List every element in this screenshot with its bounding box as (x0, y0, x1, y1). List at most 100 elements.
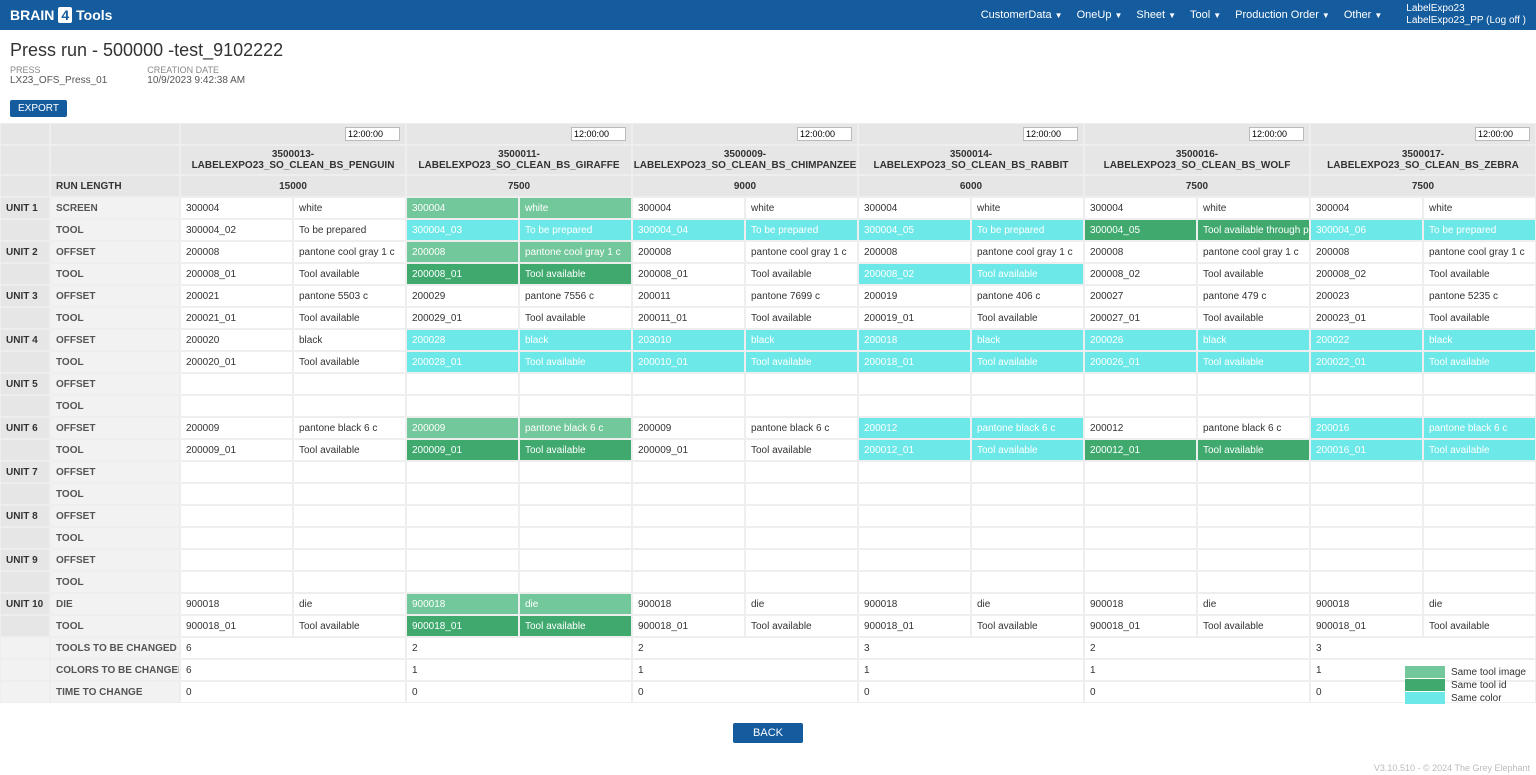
cell-tool-id: 200008_01 (632, 263, 745, 285)
row-type-label: OFFSET (50, 373, 180, 395)
cell-value (1423, 461, 1536, 483)
time-input[interactable] (1023, 127, 1078, 141)
cell-id (406, 549, 519, 571)
nav-oneup[interactable]: OneUp▼ (1077, 9, 1123, 21)
cell-tool-status: Tool available through previously job (1197, 219, 1310, 241)
cell-tool-status: Tool available (293, 615, 406, 637)
cell-id: 300004 (858, 197, 971, 219)
cell-tool-status (1197, 571, 1310, 593)
nav-tool[interactable]: Tool▼ (1190, 9, 1221, 21)
cell-value (745, 461, 858, 483)
caret-down-icon: ▼ (1322, 11, 1330, 20)
cell-tool-status: Tool available (293, 439, 406, 461)
back-button[interactable]: BACK (733, 723, 803, 743)
blank (0, 145, 50, 175)
summary-value: 0 (632, 681, 858, 703)
row-tool-label: TOOL (50, 615, 180, 637)
cell-id (1084, 505, 1197, 527)
nav-customerdata[interactable]: CustomerData▼ (981, 9, 1063, 21)
cell-tool-id: 200011_01 (632, 307, 745, 329)
cell-value (971, 373, 1084, 395)
cell-tool-id: 200012_01 (858, 439, 971, 461)
cell-tool-id: 200010_01 (632, 351, 745, 373)
cell-id (632, 505, 745, 527)
unit-label: UNIT 2 (0, 241, 50, 263)
cell-value: die (745, 593, 858, 615)
cell-tool-id (180, 395, 293, 417)
summary-value: 3 (1310, 637, 1536, 659)
cell-tool-status: Tool available (745, 263, 858, 285)
time-input[interactable] (345, 127, 400, 141)
cell-tool-id (1310, 483, 1423, 505)
cell-value (1423, 505, 1536, 527)
cell-value (971, 505, 1084, 527)
cell-tool-id (1310, 395, 1423, 417)
cell-tool-status: Tool available (971, 439, 1084, 461)
cell-value: pantone cool gray 1 c (1423, 241, 1536, 263)
cell-tool-status (1197, 483, 1310, 505)
cell-id (858, 549, 971, 571)
nav-other[interactable]: Other▼ (1344, 9, 1382, 21)
time-input[interactable] (1249, 127, 1304, 141)
cell-tool-id: 200028_01 (406, 351, 519, 373)
cell-tool-status: Tool available (293, 263, 406, 285)
cell-value (971, 549, 1084, 571)
cell-tool-status (519, 483, 632, 505)
summary-value: 0 (180, 681, 406, 703)
cell-tool-id: 200027_01 (1084, 307, 1197, 329)
cell-value: pantone cool gray 1 c (745, 241, 858, 263)
cell-value: pantone black 6 c (1423, 417, 1536, 439)
cell-tool-id (858, 483, 971, 505)
user-info[interactable]: LabelExpo23LabelExpo23_PP (Log off ) (1406, 3, 1526, 27)
cell-value (293, 549, 406, 571)
cell-id (632, 373, 745, 395)
caret-down-icon: ▼ (1168, 11, 1176, 20)
cell-value: pantone cool gray 1 c (1197, 241, 1310, 263)
cell-id: 900018 (180, 593, 293, 615)
cell-tool-id: 200029_01 (406, 307, 519, 329)
cell-tool-status: Tool available (971, 615, 1084, 637)
cell-value: black (519, 329, 632, 351)
time-input[interactable] (571, 127, 626, 141)
cell-tool-status: Tool available (1197, 351, 1310, 373)
cell-tool-status: Tool available (745, 615, 858, 637)
unit-label: UNIT 5 (0, 373, 50, 395)
job-header: 3500016-LABELEXPO23_SO_CLEAN_BS_WOLF (1084, 145, 1310, 175)
unit-label: UNIT 4 (0, 329, 50, 351)
cell-tool-status (1423, 395, 1536, 417)
cell-id: 200027 (1084, 285, 1197, 307)
row-type-label: OFFSET (50, 241, 180, 263)
cell-tool-status: Tool available (745, 439, 858, 461)
cell-tool-status (1197, 527, 1310, 549)
blank (0, 219, 50, 241)
cell-id: 900018 (406, 593, 519, 615)
time-input[interactable] (797, 127, 852, 141)
cell-id: 200016 (1310, 417, 1423, 439)
cell-tool-status: To be prepared (745, 219, 858, 241)
nav-sheet[interactable]: Sheet▼ (1136, 9, 1176, 21)
row-tool-label: TOOL (50, 395, 180, 417)
cell-tool-status: Tool available (519, 439, 632, 461)
blank (0, 637, 50, 659)
unit-label: UNIT 8 (0, 505, 50, 527)
cell-id: 200026 (1084, 329, 1197, 351)
job-header: 3500011-LABELEXPO23_SO_CLEAN_BS_GIRAFFE (406, 145, 632, 175)
cell-tool-status (1423, 571, 1536, 593)
cell-tool-id (406, 571, 519, 593)
time-input[interactable] (1475, 127, 1530, 141)
page-title: Press run - 500000 -test_9102222 (10, 40, 1526, 61)
cell-tool-status: Tool available (745, 307, 858, 329)
cell-tool-status (745, 483, 858, 505)
cell-tool-status (293, 483, 406, 505)
cell-tool-id (406, 527, 519, 549)
cell-value (293, 373, 406, 395)
export-button[interactable]: EXPORT (10, 100, 67, 117)
cell-id: 203010 (632, 329, 745, 351)
blank (0, 351, 50, 373)
cell-tool-id (632, 571, 745, 593)
cell-id: 200012 (1084, 417, 1197, 439)
cell-tool-id: 200026_01 (1084, 351, 1197, 373)
top-bar: BRAIN4Tools CustomerData▼ OneUp▼ Sheet▼ … (0, 0, 1536, 30)
blank (0, 395, 50, 417)
nav-production-order[interactable]: Production Order▼ (1235, 9, 1330, 21)
